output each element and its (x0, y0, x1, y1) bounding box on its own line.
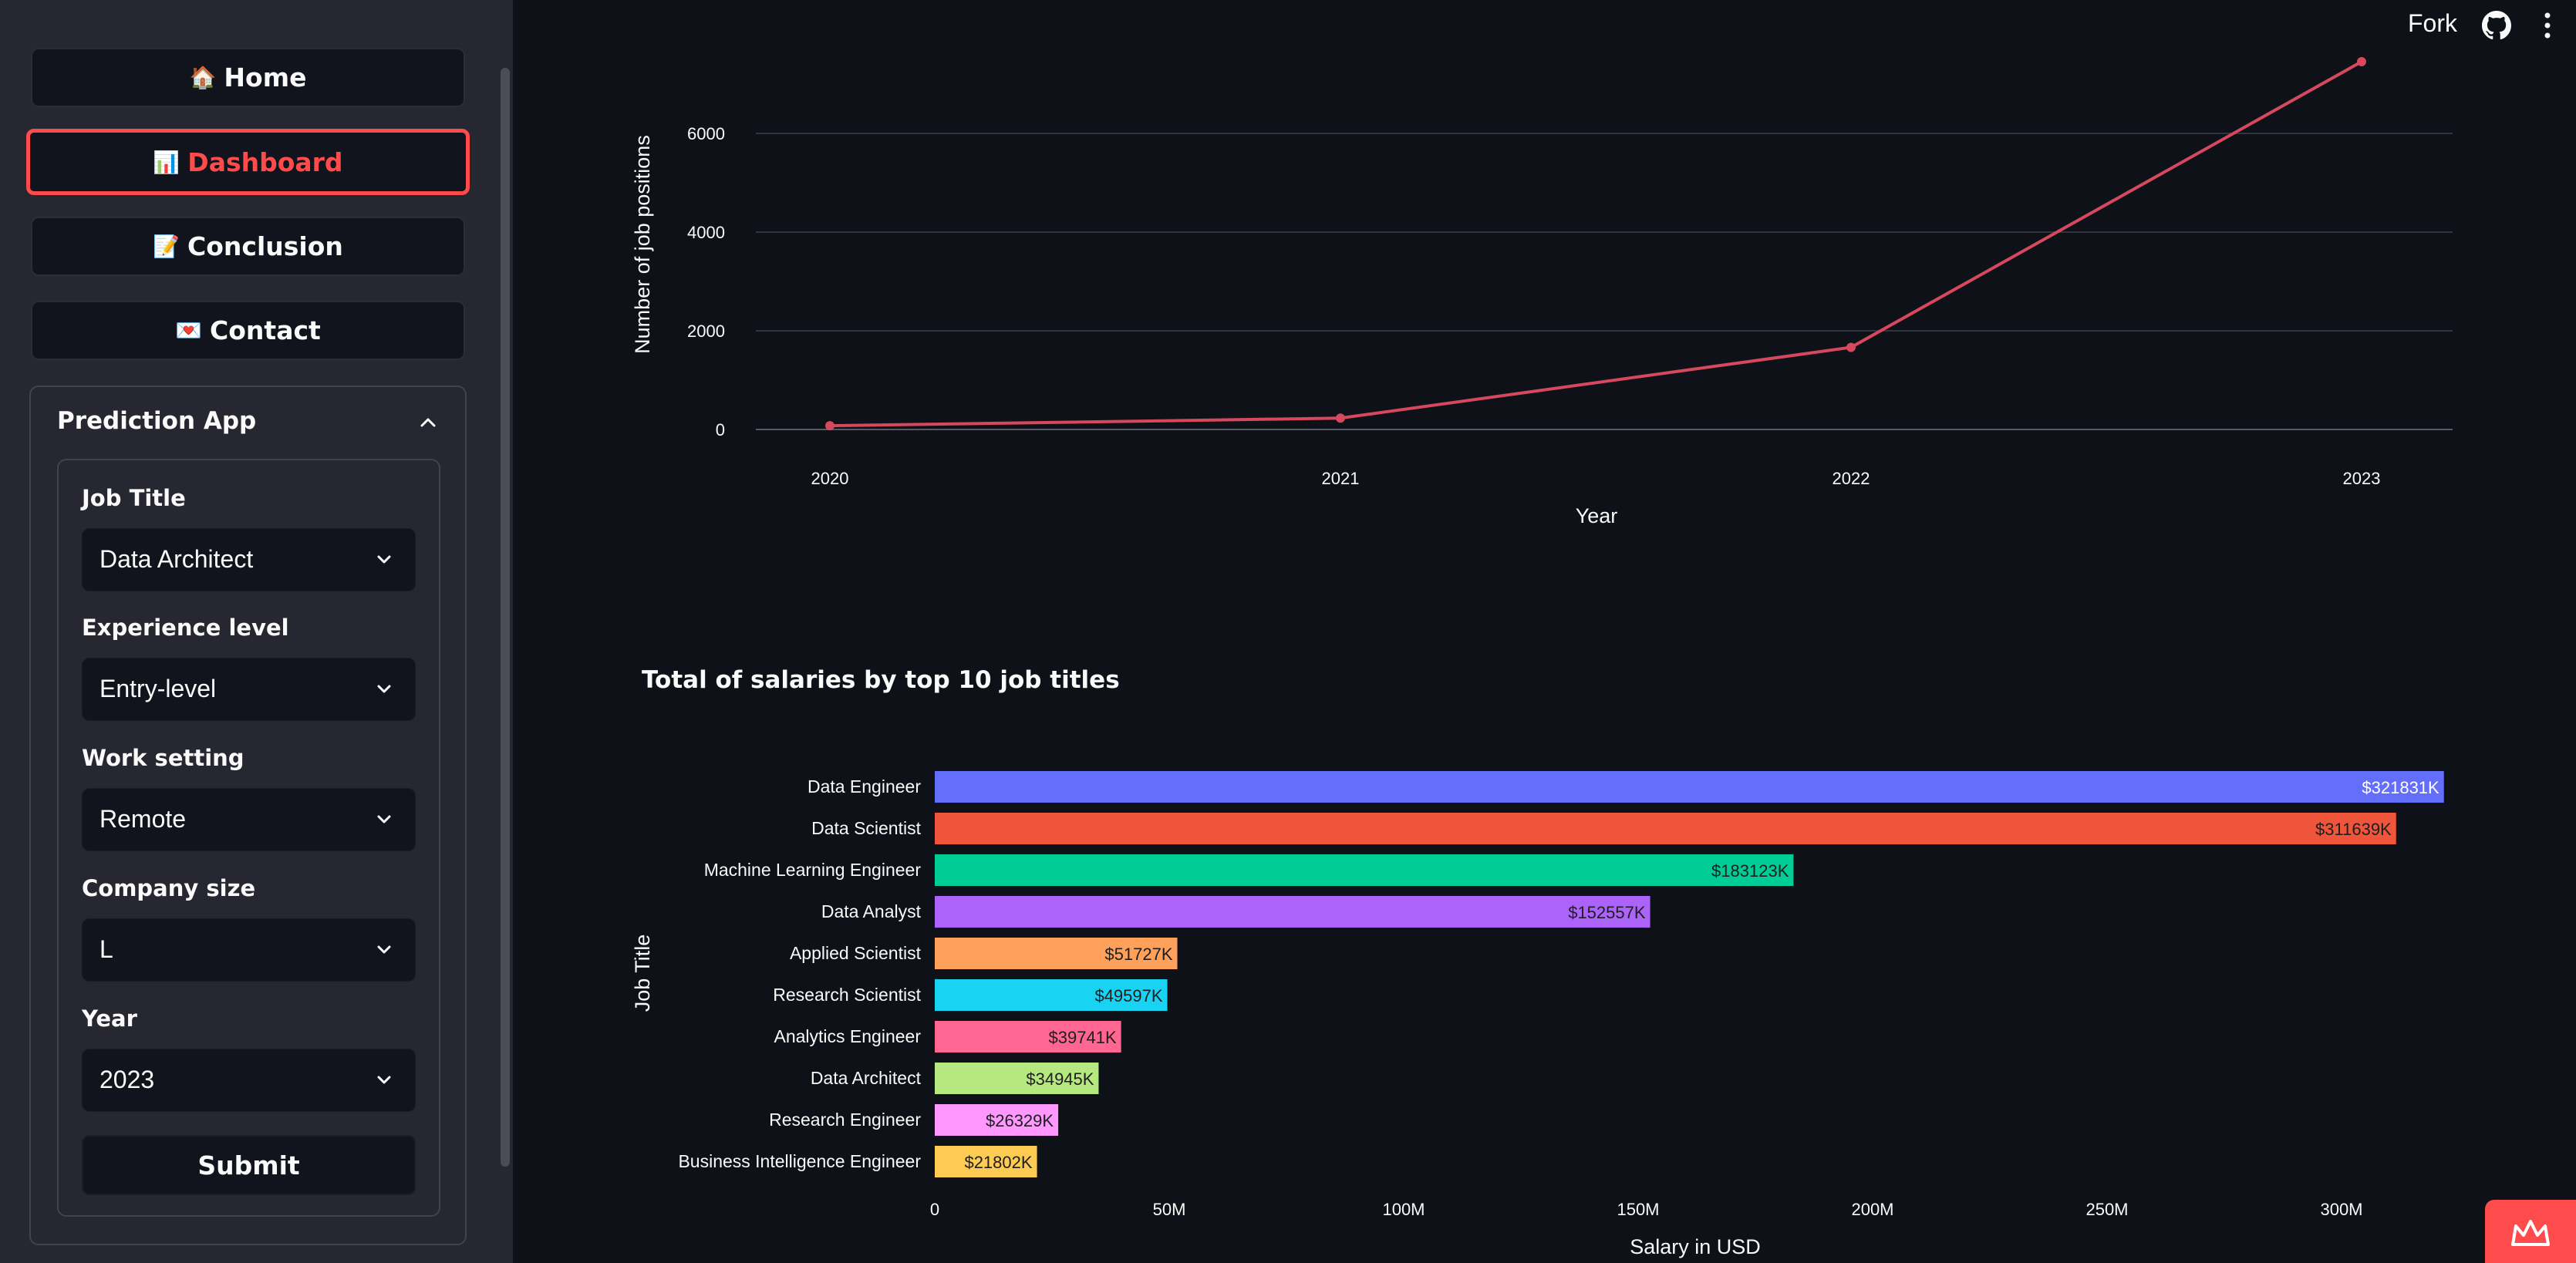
x-tick-label: 250M (2085, 1200, 2128, 1219)
x-axis-label: Salary in USD (1630, 1235, 1761, 1258)
prediction-form: Job Title Data Architect Experience leve… (57, 459, 440, 1217)
data-point (1336, 413, 1345, 423)
category-label: Machine Learning Engineer (704, 860, 922, 880)
category-label: Research Engineer (769, 1110, 921, 1130)
x-tick-label: 150M (1617, 1200, 1659, 1219)
nav-conclusion-button[interactable]: 📝 Conclusion (31, 217, 465, 276)
bar-chart-title: Total of salaries by top 10 job titles (642, 666, 1120, 694)
nav-contact-label: Contact (210, 315, 321, 345)
x-tick-label: 100M (1382, 1200, 1425, 1219)
more-vertical-icon[interactable] (2542, 11, 2553, 40)
job-title-label: Job Title (82, 485, 186, 511)
category-label: Data Analyst (821, 901, 922, 921)
year-label: Year (82, 1005, 137, 1032)
chevron-down-icon (377, 815, 391, 823)
submit-button[interactable]: Submit (82, 1135, 416, 1195)
nav-home-label: Home (224, 62, 307, 93)
memo-icon: 📝 (153, 234, 180, 259)
y-tick-label: 4000 (687, 223, 725, 242)
chevron-down-icon (377, 555, 391, 564)
nav-conclusion-label: Conclusion (187, 231, 343, 261)
work-setting-label: Work setting (82, 745, 244, 771)
bar-value-label: $183123K (1711, 861, 1789, 881)
chevron-down-icon (377, 945, 391, 954)
bar (935, 896, 1650, 928)
chevron-down-icon (377, 1076, 391, 1084)
y-axis-label: Number of job positions (631, 135, 654, 354)
nav-contact-button[interactable]: 💌 Contact (31, 301, 465, 360)
prediction-app-expander: Prediction App Job Title Data Architect … (29, 386, 467, 1245)
y-axis-label: Job Title (631, 935, 654, 1012)
y-tick-label: 0 (716, 420, 725, 440)
bar-value-label: $21802K (964, 1153, 1032, 1172)
bar-value-label: $311639K (2315, 820, 2392, 839)
nav-dashboard-button[interactable]: 📊 Dashboard (26, 129, 470, 195)
x-axis-label: Year (1576, 504, 1618, 527)
x-tick-label: 2023 (2343, 469, 2381, 488)
category-label: Applied Scientist (790, 943, 922, 963)
sidebar: 🏠 Home 📊 Dashboard 📝 Conclusion 💌 Contac… (0, 0, 513, 1263)
experience-level-value: Entry-level (99, 675, 217, 702)
category-label: Data Architect (811, 1068, 922, 1088)
category-label: Data Scientist (811, 818, 922, 838)
house-icon: 🏠 (189, 65, 217, 90)
job-title-select[interactable]: Data Architect (82, 528, 416, 591)
y-tick-label: 6000 (687, 124, 725, 143)
category-label: Data Engineer (808, 776, 921, 797)
github-icon[interactable] (2482, 11, 2511, 40)
crown-icon (2511, 1220, 2550, 1246)
chevron-down-icon (377, 685, 391, 693)
bar-value-label: $51727K (1104, 945, 1172, 964)
streamlit-badge[interactable] (2485, 1200, 2576, 1263)
chevron-up-icon[interactable] (416, 410, 440, 433)
company-size-label: Company size (82, 875, 256, 901)
category-label: Research Scientist (773, 985, 921, 1005)
bar-value-label: $152557K (1568, 903, 1646, 922)
x-tick-label: 2022 (1833, 469, 1870, 488)
job-title-value: Data Architect (99, 545, 254, 573)
bar-value-label: $34945K (1026, 1069, 1094, 1089)
sidebar-scrollbar[interactable] (501, 68, 510, 1167)
bar-chart-icon: 📊 (153, 149, 180, 175)
work-setting-select[interactable]: Remote (82, 788, 416, 851)
love-letter-icon: 💌 (175, 318, 203, 343)
bar-value-label: $39741K (1049, 1028, 1117, 1047)
x-tick-label: 300M (2320, 1200, 2362, 1219)
series-line (829, 60, 2362, 428)
data-point (2357, 57, 2366, 67)
year-select[interactable]: 2023 (82, 1049, 416, 1112)
x-tick-label: 2020 (811, 469, 849, 488)
nav-dashboard-label: Dashboard (187, 147, 343, 177)
bar-value-label: $49597K (1094, 986, 1162, 1005)
experience-level-select[interactable]: Entry-level (82, 658, 416, 721)
bar-value-label: $26329K (986, 1111, 1054, 1130)
y-tick-label: 2000 (687, 322, 725, 341)
work-setting-value: Remote (99, 805, 187, 833)
data-point (1846, 342, 1856, 352)
experience-level-label: Experience level (82, 615, 289, 641)
category-label: Business Intelligence Engineer (678, 1151, 921, 1171)
bar (935, 854, 1794, 886)
nav-home-button[interactable]: 🏠 Home (31, 48, 465, 107)
bar (935, 771, 2444, 803)
x-tick-label: 200M (1851, 1200, 1893, 1219)
company-size-value: L (99, 935, 113, 963)
expander-title[interactable]: Prediction App (57, 407, 256, 435)
salaries-bar-chart: Data Engineer $321831K Data Scientist $3116… (631, 771, 2444, 1258)
x-tick-label: 0 (930, 1200, 939, 1219)
data-point (825, 421, 835, 431)
bar (935, 813, 2396, 844)
x-tick-label: 50M (1153, 1200, 1186, 1219)
job-positions-line-chart: 0 2000 4000 6000 2020 2021 2022 2023 Year Number … (631, 57, 2453, 527)
category-label: Analytics Engineer (774, 1026, 922, 1046)
bar-value-label: $321831K (2362, 778, 2439, 797)
company-size-select[interactable]: L (82, 918, 416, 982)
year-value: 2023 (99, 1066, 155, 1093)
x-tick-label: 2021 (1322, 469, 1360, 488)
